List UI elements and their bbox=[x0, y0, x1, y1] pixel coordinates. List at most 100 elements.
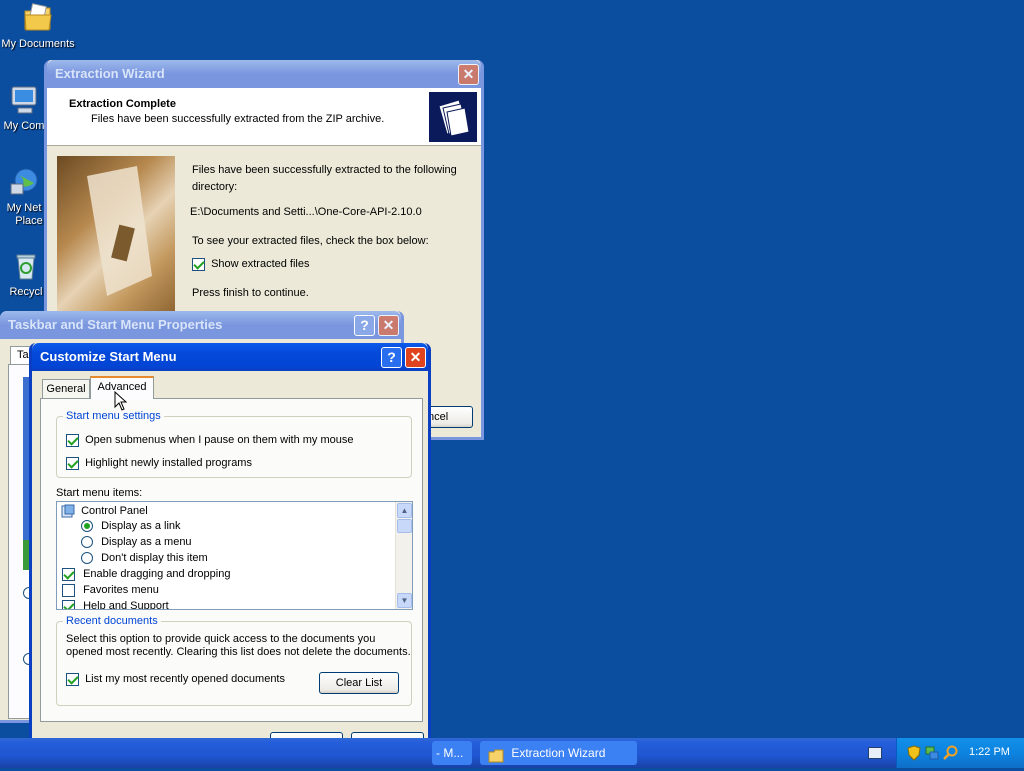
chevron-down-icon: ▼ bbox=[400, 596, 409, 605]
open-submenus-checkbox[interactable] bbox=[66, 434, 79, 447]
help-support-checkbox[interactable] bbox=[62, 600, 75, 609]
recent-documents-group: Recent documents Select this option to p… bbox=[56, 615, 412, 706]
recycle-bin-icon bbox=[10, 250, 42, 282]
list-item-label: Display as a link bbox=[101, 520, 181, 532]
close-icon: ✕ bbox=[462, 66, 475, 82]
customize-start-menu-titlebar[interactable]: Customize Start Menu ? ✕ bbox=[32, 343, 428, 371]
help-button[interactable]: ? bbox=[354, 315, 375, 336]
network-icon[interactable] bbox=[925, 745, 939, 764]
folder-zip-icon bbox=[429, 92, 477, 142]
scroll-up-button[interactable]: ▲ bbox=[397, 503, 412, 518]
wizard-body-line2: directory: bbox=[192, 181, 238, 193]
desktop-icon-label: My Com bbox=[3, 120, 45, 132]
list-item-help-support[interactable]: Help and Support bbox=[62, 600, 169, 610]
list-item-drag-drop[interactable]: Enable dragging and dropping bbox=[62, 568, 230, 581]
display-link-radio[interactable] bbox=[81, 520, 93, 533]
group-legend: Recent documents bbox=[63, 615, 161, 627]
list-scrollbar[interactable]: ▲ ▼ bbox=[395, 502, 412, 609]
start-menu-items-list[interactable]: Control Panel Display as a link Display … bbox=[56, 501, 413, 610]
extract-path: E:\Documents and Setti...\One-Core-API-2… bbox=[190, 206, 422, 218]
list-item-label: Favorites menu bbox=[83, 584, 159, 597]
window-title: Extraction Wizard bbox=[55, 66, 165, 81]
search-icon[interactable] bbox=[943, 745, 959, 764]
control-panel-icon bbox=[61, 504, 75, 518]
list-item-display-link[interactable]: Display as a link bbox=[81, 520, 181, 533]
taskbar-button-label: - M... bbox=[436, 746, 464, 760]
security-shield-icon[interactable] bbox=[907, 745, 921, 764]
folder-icon bbox=[488, 747, 504, 763]
option-label: List my most recently opened documents bbox=[85, 673, 285, 686]
wizard-body-line1: Files have been successfully extracted t… bbox=[192, 164, 457, 176]
computer-icon bbox=[8, 84, 40, 116]
list-item-label: Help and Support bbox=[83, 600, 169, 610]
system-tray: 1:22 PM bbox=[896, 738, 1024, 768]
wizard-side-image bbox=[57, 156, 175, 316]
mouse-cursor-icon bbox=[114, 390, 128, 414]
close-icon: ✕ bbox=[409, 349, 422, 365]
scroll-thumb[interactable] bbox=[397, 519, 412, 533]
desktop-icon-label: Place bbox=[15, 215, 43, 227]
drag-drop-checkbox[interactable] bbox=[62, 568, 75, 581]
help-icon: ? bbox=[387, 349, 396, 365]
display-menu-radio[interactable] bbox=[81, 536, 93, 549]
folder-documents-icon bbox=[22, 2, 54, 34]
list-item-control-panel[interactable]: Control Panel bbox=[61, 504, 148, 518]
close-button[interactable]: ✕ bbox=[458, 64, 479, 85]
help-icon: ? bbox=[360, 317, 369, 333]
desktop-icon-my-network[interactable]: My Net Place bbox=[0, 166, 48, 228]
window-title: Customize Start Menu bbox=[40, 349, 177, 364]
chevron-up-icon: ▲ bbox=[400, 506, 409, 515]
desktop-icon-my-documents[interactable]: My Documents bbox=[0, 2, 76, 51]
recent-description-line1: Select this option to provide quick acce… bbox=[66, 633, 376, 645]
desktop-icon-label: My Documents bbox=[1, 38, 75, 50]
desktop-icon-my-computer[interactable]: My Com bbox=[0, 84, 48, 133]
taskbar-properties-titlebar[interactable]: Taskbar and Start Menu Properties ? ✕ bbox=[0, 311, 401, 339]
close-button[interactable]: ✕ bbox=[405, 347, 426, 368]
list-item-label: Control Panel bbox=[81, 504, 148, 517]
advanced-tab-panel: Start menu settings Open submenus when I… bbox=[40, 398, 423, 722]
highlight-programs-option[interactable]: Highlight newly installed programs bbox=[66, 457, 252, 470]
favorites-checkbox[interactable] bbox=[62, 584, 75, 597]
wizard-cancel-button[interactable]: ncel bbox=[427, 406, 473, 428]
network-globe-icon bbox=[8, 166, 40, 198]
option-label: Open submenus when I pause on them with … bbox=[85, 434, 354, 447]
show-extracted-files-option[interactable]: Show extracted files bbox=[192, 258, 310, 271]
clock[interactable]: 1:22 PM bbox=[969, 746, 1010, 758]
clear-list-button[interactable]: Clear List bbox=[319, 672, 399, 694]
start-menu-items-label: Start menu items: bbox=[56, 487, 143, 499]
wizard-header-title: Extraction Complete bbox=[69, 98, 176, 110]
scroll-down-button[interactable]: ▼ bbox=[397, 593, 412, 608]
tab-general[interactable]: General bbox=[42, 379, 90, 398]
window-title: Taskbar and Start Menu Properties bbox=[8, 317, 223, 332]
option-label: Highlight newly installed programs bbox=[85, 457, 252, 470]
list-item-label: Enable dragging and dropping bbox=[83, 568, 231, 581]
show-extracted-files-label: Show extracted files bbox=[211, 258, 310, 271]
finish-hint: Press finish to continue. bbox=[192, 287, 309, 299]
customize-start-menu-dialog: Customize Start Menu ? ✕ General Advance… bbox=[29, 343, 431, 763]
close-button[interactable]: ✕ bbox=[378, 315, 399, 336]
taskbar-button-extraction-wizard[interactable]: Extraction Wizard bbox=[480, 741, 637, 765]
show-extracted-files-checkbox[interactable] bbox=[192, 258, 205, 271]
list-item-display-menu[interactable]: Display as a menu bbox=[81, 536, 192, 549]
highlight-programs-checkbox[interactable] bbox=[66, 457, 79, 470]
start-menu-settings-group: Start menu settings Open submenus when I… bbox=[56, 410, 412, 478]
help-button[interactable]: ? bbox=[381, 347, 402, 368]
list-item-favorites[interactable]: Favorites menu bbox=[62, 584, 159, 597]
tab-label: Ta bbox=[17, 349, 29, 361]
open-submenus-option[interactable]: Open submenus when I pause on them with … bbox=[66, 434, 353, 447]
taskbar: - M... Extraction Wizard 1:22 PM bbox=[0, 738, 1024, 768]
extraction-wizard-titlebar[interactable]: Extraction Wizard ✕ bbox=[47, 60, 481, 88]
list-item-dont-display[interactable]: Don't display this item bbox=[81, 552, 208, 565]
tab-label: General bbox=[46, 383, 86, 395]
list-recent-docs-option[interactable]: List my most recently opened documents bbox=[66, 673, 285, 686]
wizard-header: Extraction Complete Files have been succ… bbox=[47, 88, 481, 146]
list-item-label: Display as a menu bbox=[101, 536, 192, 548]
desktop-icon-label: My Net bbox=[6, 202, 42, 214]
keyboard-icon[interactable] bbox=[868, 747, 882, 759]
taskbar-button-previous[interactable]: - M... bbox=[432, 741, 472, 765]
list-item-label: Don't display this item bbox=[101, 552, 208, 564]
list-recent-docs-checkbox[interactable] bbox=[66, 673, 79, 686]
check-hint: To see your extracted files, check the b… bbox=[192, 235, 429, 247]
taskbar-button-label: Extraction Wizard bbox=[511, 746, 606, 760]
dont-display-radio[interactable] bbox=[81, 552, 93, 565]
